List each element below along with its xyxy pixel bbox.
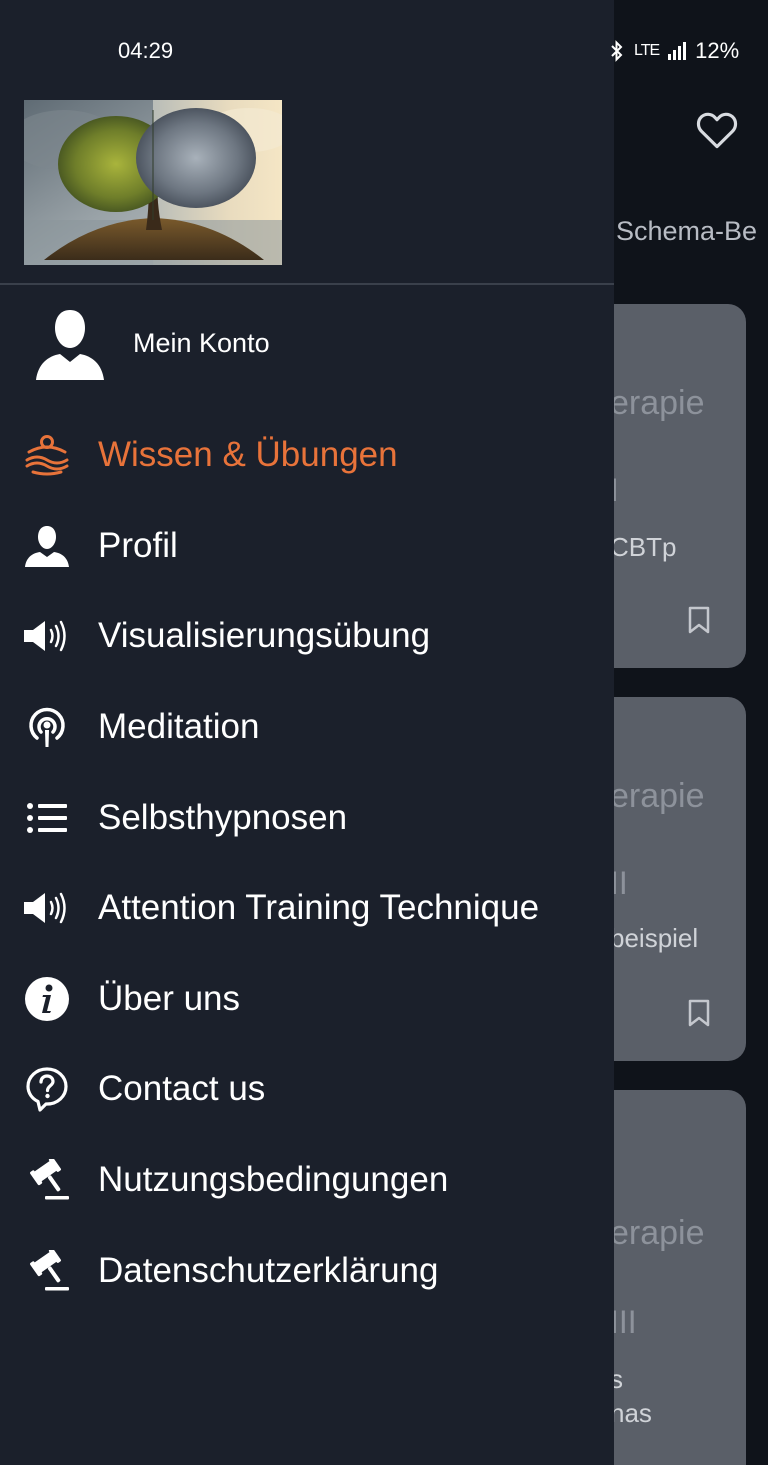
- menu-item-datenschutzerklaerung[interactable]: Datenschutzerklärung: [0, 1225, 614, 1316]
- menu-item-label: Wissen & Übungen: [98, 435, 398, 475]
- person-icon: [22, 521, 72, 571]
- menu-item-nutzungsbedingungen[interactable]: Nutzungsbedingungen: [0, 1135, 614, 1226]
- menu-item-ueber-uns[interactable]: Über uns: [0, 954, 614, 1045]
- card-number: III: [610, 1304, 637, 1340]
- card-subtitle: beispiel: [610, 923, 699, 953]
- info-icon: [22, 974, 72, 1024]
- menu-item-label: Visualisierungsübung: [98, 616, 431, 656]
- screen: Schema-Be erapie I CBTp erapie II beispi…: [0, 0, 768, 1465]
- help-bubble-icon: [22, 1064, 72, 1114]
- card-title: erapie: [610, 384, 705, 422]
- menu-item-label: Meditation: [98, 707, 260, 747]
- menu-item-selbsthypnosen[interactable]: Selbsthypnosen: [0, 772, 614, 863]
- card-subtitle: s nas: [610, 1364, 652, 1428]
- header-tree-image: [24, 100, 282, 265]
- bookmark-icon[interactable]: [688, 999, 710, 1027]
- menu-item-label: Datenschutzerklärung: [98, 1250, 439, 1290]
- menu-item-label: Selbsthypnosen: [98, 797, 348, 837]
- header-divider: [0, 283, 614, 285]
- menu-item-meditation[interactable]: Meditation: [0, 682, 614, 773]
- podcast-icon: [22, 702, 72, 752]
- menu-item-profil[interactable]: Profil: [0, 501, 614, 592]
- account-avatar-icon: [34, 306, 106, 382]
- menu-item-contact-us[interactable]: Contact us: [0, 1044, 614, 1135]
- my-account-button[interactable]: Mein Konto: [0, 300, 614, 390]
- navigation-drawer: Mein Konto Wissen & Übungen Profil Visua…: [0, 0, 614, 1465]
- card-title: erapie: [610, 1214, 705, 1252]
- menu-item-visualisierungsuebung[interactable]: Visualisierungsübung: [0, 591, 614, 682]
- card-subtitle: CBTp: [610, 532, 677, 562]
- menu-item-label: Profil: [98, 525, 178, 565]
- network-type: LTE: [634, 42, 660, 59]
- bluetooth-icon: [608, 40, 626, 62]
- status-indicators: LTE 12%: [608, 38, 739, 64]
- menu-item-label: Contact us: [98, 1069, 266, 1109]
- menu-item-label: Über uns: [98, 978, 241, 1018]
- speaker-icon: [22, 611, 72, 661]
- card-title: erapie: [610, 777, 705, 815]
- lotus-icon: [22, 430, 72, 480]
- gavel-icon: [22, 1155, 72, 1205]
- menu-item-label: Attention Training Technique: [98, 888, 540, 928]
- bookmark-icon[interactable]: [688, 606, 710, 634]
- battery-level: 12%: [695, 38, 740, 63]
- speaker-icon: [22, 883, 72, 933]
- signal-icon: [667, 41, 687, 61]
- list-icon: [22, 793, 72, 843]
- menu-item-attention-training[interactable]: Attention Training Technique: [0, 863, 614, 954]
- menu-item-wissen-uebungen[interactable]: Wissen & Übungen: [0, 410, 614, 501]
- menu-item-label: Nutzungsbedingungen: [98, 1160, 449, 1200]
- tab-schema[interactable]: Schema-Be: [616, 216, 757, 247]
- favorite-heart-icon[interactable]: [696, 110, 738, 150]
- drawer-menu: Wissen & Übungen Profil Visualisierungsü…: [0, 410, 614, 1316]
- status-time: 04:29: [118, 38, 174, 63]
- gavel-icon: [22, 1246, 72, 1296]
- my-account-label: Mein Konto: [133, 328, 270, 358]
